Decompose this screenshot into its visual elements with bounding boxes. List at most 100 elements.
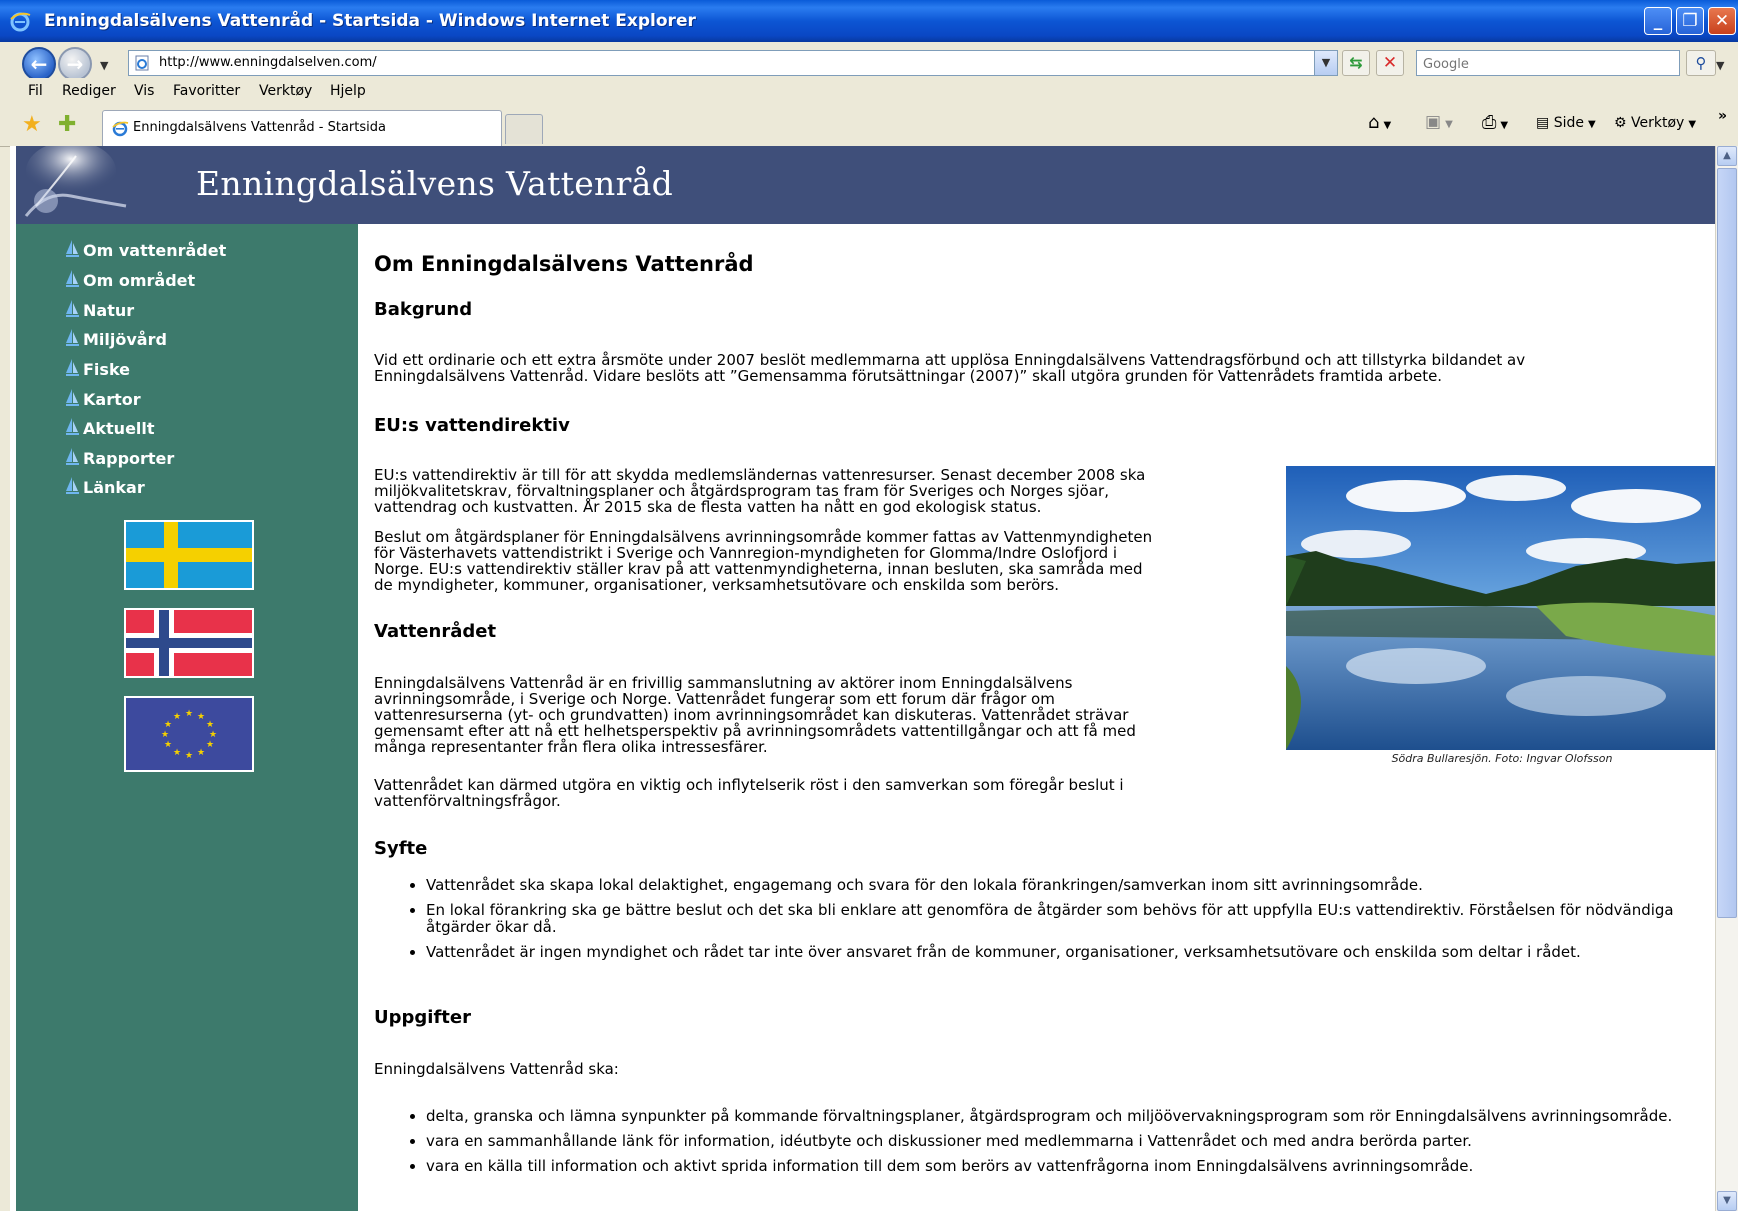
sail-icon bbox=[66, 448, 79, 465]
section-heading-syfte: Syfte bbox=[374, 838, 428, 859]
vertical-scrollbar[interactable]: ▲ ▼ bbox=[1715, 146, 1738, 1211]
sidebar: Om vattenrådet Om området Natur Miljövår… bbox=[16, 224, 358, 1211]
header-splash-image bbox=[16, 146, 136, 224]
menu-tools[interactable]: Verktøy bbox=[259, 83, 312, 99]
sidebar-item-label: Kartor bbox=[83, 390, 141, 409]
tab-bar: ★ ✚ Enningdalsälvens Vattenråd - Startsi… bbox=[0, 106, 1738, 147]
list-item: delta, granska och lämna synpunkter på k… bbox=[426, 1108, 1706, 1125]
search-box[interactable] bbox=[1416, 50, 1680, 76]
back-button[interactable]: ← bbox=[22, 47, 56, 81]
tab-label: Enningdalsälvens Vattenråd - Startsida bbox=[133, 120, 386, 135]
paragraph-vattenradet-1: Enningdalsälvens Vattenråd är en frivill… bbox=[374, 675, 1136, 755]
refresh-button[interactable]: ⇆ bbox=[1342, 50, 1370, 76]
svg-text:★: ★ bbox=[173, 712, 181, 722]
page-menu-button[interactable]: ▤ Side ▼ bbox=[1536, 115, 1596, 131]
svg-text:★: ★ bbox=[173, 748, 181, 758]
text-line: gemensamt efter att nå ett helhetsperspe… bbox=[374, 722, 1136, 740]
sail-icon bbox=[66, 477, 79, 494]
text-line: för Västerhavets vattendistrikt i Sverig… bbox=[374, 544, 1118, 562]
close-button[interactable]: ✕ bbox=[1708, 7, 1736, 35]
scroll-up-icon[interactable]: ▲ bbox=[1717, 146, 1737, 166]
text-line: Vid ett ordinarie och ett extra årsmöte … bbox=[374, 351, 1526, 369]
sidebar-item-fiske[interactable]: Fiske bbox=[66, 359, 130, 379]
refresh-icon: ⇆ bbox=[1349, 53, 1363, 72]
tools-menu-label: Verktøy bbox=[1631, 115, 1685, 131]
svg-text:★: ★ bbox=[185, 751, 193, 761]
sidebar-item-aktuellt[interactable]: Aktuellt bbox=[66, 418, 155, 438]
svg-text:★: ★ bbox=[209, 730, 217, 740]
restore-button[interactable]: ❐ bbox=[1676, 7, 1704, 35]
sail-icon bbox=[66, 300, 79, 317]
menu-view[interactable]: Vis bbox=[134, 83, 154, 99]
forward-arrow-icon: → bbox=[66, 52, 84, 76]
paragraph-bakgrund: Vid ett ordinarie och ett extra årsmöte … bbox=[374, 352, 1525, 384]
list-item: Vattenrådet ska skapa lokal delaktighet,… bbox=[426, 877, 1706, 894]
sail-icon bbox=[66, 270, 79, 287]
sidebar-item-label: Miljövård bbox=[83, 330, 167, 349]
text-line: miljökvalitetskrav, förvaltningsplaner o… bbox=[374, 482, 1109, 500]
feeds-icon[interactable]: ▣ ▼ bbox=[1425, 112, 1453, 132]
text-line: Vattenrådet kan därmed utgöra en viktig … bbox=[374, 776, 1124, 794]
menu-help[interactable]: Hjelp bbox=[330, 83, 366, 99]
text-line: vattenresurserna (yt- och grundvatten) i… bbox=[374, 706, 1129, 724]
menu-edit[interactable]: Rediger bbox=[62, 83, 116, 99]
text-line: vattendrag och kustvatten. År 2015 ska d… bbox=[374, 498, 1042, 516]
sidebar-item-label: Rapporter bbox=[83, 449, 175, 468]
tab-startsida[interactable]: Enningdalsälvens Vattenråd - Startsida bbox=[102, 110, 502, 146]
back-arrow-icon: ← bbox=[30, 52, 48, 76]
eu-flag-icon: ★ ★★ ★★★ ★★★ ★★★ bbox=[126, 698, 252, 770]
photo-caption: Södra Bullaresjön. Foto: Ingvar Olofsson bbox=[1391, 752, 1613, 765]
syfte-list: Vattenrådet ska skapa lokal delaktighet,… bbox=[402, 877, 1706, 969]
history-dropdown-icon[interactable]: ▼ bbox=[100, 59, 108, 72]
sail-icon bbox=[66, 418, 79, 435]
scrollbar-thumb[interactable] bbox=[1717, 168, 1737, 918]
toolbar-overflow-chevron[interactable]: » bbox=[1718, 108, 1727, 124]
sidebar-item-label: Natur bbox=[83, 301, 135, 320]
paragraph-vattenradet-2: Vattenrådet kan därmed utgöra en viktig … bbox=[374, 777, 1124, 809]
add-favorite-icon[interactable]: ✚ bbox=[58, 112, 76, 137]
search-dropdown-icon[interactable]: ▼ bbox=[1716, 59, 1724, 72]
list-item: vara en sammanhållande länk för informat… bbox=[426, 1133, 1706, 1150]
uppgifter-list: delta, granska och lämna synpunkter på k… bbox=[402, 1108, 1706, 1183]
close-icon: ✕ bbox=[1714, 11, 1730, 31]
sidebar-item-miljovard[interactable]: Miljövård bbox=[66, 329, 167, 349]
list-item: vara en källa till information och aktiv… bbox=[426, 1158, 1706, 1175]
sidebar-item-rapporter[interactable]: Rapporter bbox=[66, 448, 174, 468]
section-heading-vattenradet: Vattenrådet bbox=[374, 621, 497, 642]
sidebar-item-om-vattenradet[interactable]: Om vattenrådet bbox=[66, 240, 226, 260]
sidebar-item-om-omradet[interactable]: Om området bbox=[66, 270, 195, 290]
norwegian-flag-icon bbox=[126, 610, 252, 676]
list-item: Vattenrådet är ingen myndighet och rådet… bbox=[426, 944, 1706, 961]
menu-file[interactable]: Fil bbox=[28, 83, 43, 99]
text-line: Norge. EU:s vattendirektiv ställer krav … bbox=[374, 560, 1143, 578]
svg-text:★: ★ bbox=[185, 709, 193, 719]
sail-icon bbox=[66, 240, 79, 257]
stop-button[interactable]: ✕ bbox=[1376, 50, 1404, 76]
search-input[interactable] bbox=[1421, 52, 1665, 76]
sidebar-item-natur[interactable]: Natur bbox=[66, 300, 134, 320]
norwegian-flag-button[interactable] bbox=[124, 608, 254, 678]
sidebar-item-kartor[interactable]: Kartor bbox=[66, 389, 141, 409]
gear-icon: ⚙ bbox=[1614, 115, 1632, 131]
address-url[interactable]: http://www.enningdalselven.com/ bbox=[159, 55, 377, 70]
list-item: En lokal förankring ska ge bättre beslut… bbox=[426, 902, 1706, 936]
address-bar[interactable]: http://www.enningdalselven.com/ ▼ bbox=[128, 50, 1338, 76]
address-dropdown-icon[interactable]: ▼ bbox=[1314, 51, 1337, 75]
search-icon: ⚲ bbox=[1695, 54, 1707, 72]
svg-text:★: ★ bbox=[164, 740, 172, 750]
print-icon[interactable]: ⎙ ▼ bbox=[1482, 112, 1508, 133]
favorites-star-icon[interactable]: ★ bbox=[22, 112, 42, 137]
home-icon[interactable]: ⌂ ▼ bbox=[1368, 112, 1391, 133]
new-tab-button[interactable] bbox=[505, 114, 543, 144]
tools-menu-button[interactable]: ⚙ Verktøy ▼ bbox=[1614, 115, 1696, 131]
minimize-button[interactable]: _ bbox=[1644, 7, 1672, 35]
eu-flag-button[interactable]: ★ ★ ★ ★ ★ ★ ★ ★ ★ ★ ★ ★ bbox=[124, 696, 254, 772]
search-button[interactable]: ⚲ bbox=[1686, 50, 1716, 76]
window-title: Enningdalsälvens Vattenråd - Startsida -… bbox=[44, 11, 696, 31]
scroll-down-icon[interactable]: ▼ bbox=[1717, 1191, 1737, 1211]
swedish-flag-button[interactable] bbox=[124, 520, 254, 590]
menu-favorites[interactable]: Favoritter bbox=[173, 83, 240, 99]
sidebar-item-lankar[interactable]: Länkar bbox=[66, 477, 145, 497]
text-line: många representanter från flera olika in… bbox=[374, 738, 768, 756]
forward-button[interactable]: → bbox=[58, 47, 92, 81]
